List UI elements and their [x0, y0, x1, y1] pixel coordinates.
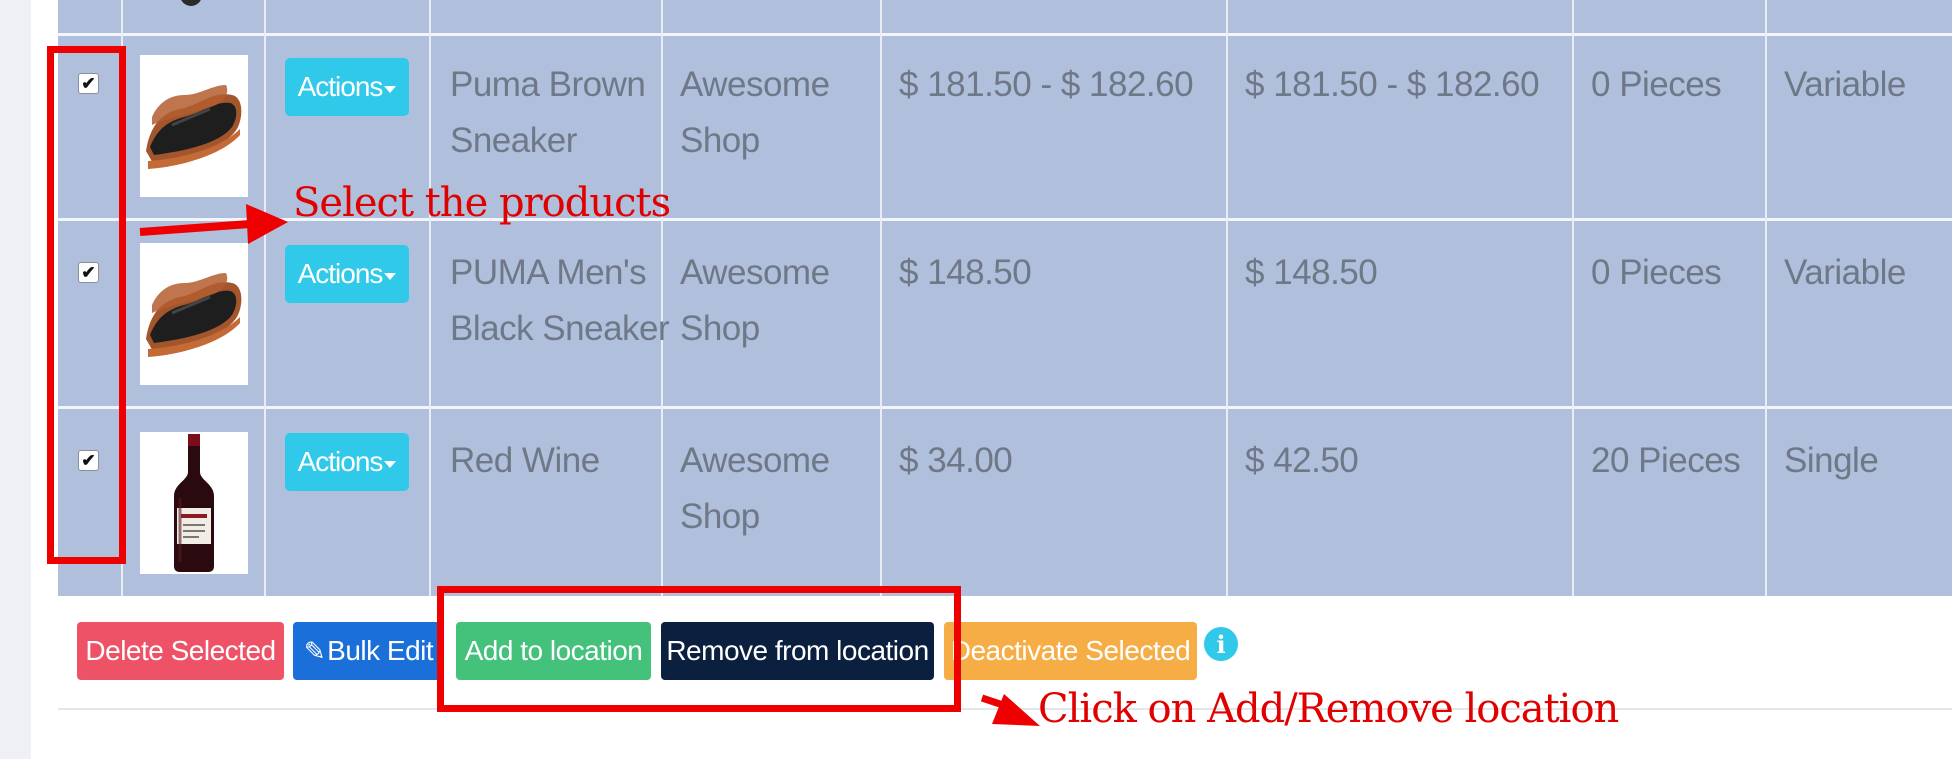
column-divider	[1226, 0, 1228, 596]
actions-dropdown-button[interactable]: Actions	[285, 58, 409, 116]
caret-down-icon	[384, 85, 397, 93]
sneaker-image	[146, 273, 242, 357]
select-products-annotation: Select the products	[293, 180, 671, 226]
purchase-price: $ 181.50 - $ 182.60	[899, 65, 1194, 104]
location-line: Awesome	[680, 441, 830, 480]
caret-down-icon	[384, 272, 397, 280]
selling-price: $ 181.50 - $ 182.60	[1245, 65, 1540, 104]
edit-icon: ✎	[303, 635, 326, 666]
location-line: Shop	[680, 121, 760, 160]
row-divider	[58, 33, 1952, 36]
product-type: Variable	[1784, 253, 1906, 292]
left-sidebar-edge	[0, 0, 31, 759]
selling-price: $ 148.50	[1245, 253, 1378, 292]
business-location: Awesome Shop	[680, 57, 830, 169]
product-thumbnail	[140, 432, 248, 574]
info-icon[interactable]: i	[1204, 627, 1238, 661]
current-stock: 0 Pieces	[1591, 65, 1722, 104]
actions-dropdown-button[interactable]: Actions	[285, 433, 409, 491]
location-buttons-highlight-box	[437, 586, 961, 712]
product-name: PUMA Men's Black Sneaker	[450, 245, 670, 357]
product-type: Single	[1784, 441, 1879, 480]
current-stock: 0 Pieces	[1591, 253, 1722, 292]
deactivate-selected-button[interactable]: Deactivate Selected	[944, 622, 1197, 680]
bulk-edit-button[interactable]: ✎ Bulk Edit	[293, 622, 444, 680]
purchase-price: $ 34.00	[899, 441, 1013, 480]
actions-label: Actions	[297, 71, 384, 102]
product-thumbnail	[140, 55, 248, 197]
purchase-price: $ 148.50	[899, 253, 1032, 292]
location-line: Shop	[680, 497, 760, 536]
column-divider	[429, 0, 431, 596]
product-name-line: Red Wine	[450, 441, 600, 480]
product-name: Red Wine	[450, 433, 600, 489]
click-location-annotation: Click on Add/Remove location	[1038, 686, 1619, 732]
sneaker-image	[146, 85, 242, 169]
current-stock: 20 Pieces	[1591, 441, 1741, 480]
row-divider	[58, 406, 1952, 409]
product-name: Puma Brown Sneaker	[450, 57, 646, 169]
column-divider	[264, 0, 266, 596]
location-line: Shop	[680, 309, 760, 348]
select-arrow-icon	[139, 204, 288, 244]
product-type: Variable	[1784, 65, 1906, 104]
product-name-line: Black Sneaker	[450, 309, 670, 348]
business-location: Awesome Shop	[680, 433, 830, 545]
product-name-line: Sneaker	[450, 121, 577, 160]
location-line: Awesome	[680, 65, 830, 104]
column-divider	[1572, 0, 1574, 596]
product-thumbnail	[140, 243, 248, 385]
actions-dropdown-button[interactable]: Actions	[285, 245, 409, 303]
caret-down-icon	[384, 460, 397, 468]
product-name-line: PUMA Men's	[450, 253, 647, 292]
business-location: Awesome Shop	[680, 245, 830, 357]
column-divider	[880, 0, 882, 596]
product-name-line: Puma Brown	[450, 65, 646, 104]
actions-label: Actions	[297, 258, 384, 289]
selling-price: $ 42.50	[1245, 441, 1359, 480]
checkbox-highlight-box	[47, 46, 126, 564]
column-divider	[1765, 0, 1767, 596]
bulk-edit-label: Bulk Edit	[327, 635, 434, 666]
delete-selected-button[interactable]: Delete Selected	[77, 622, 284, 680]
wine-bottle-image	[174, 434, 214, 572]
actions-label: Actions	[297, 446, 384, 477]
location-line: Awesome	[680, 253, 830, 292]
